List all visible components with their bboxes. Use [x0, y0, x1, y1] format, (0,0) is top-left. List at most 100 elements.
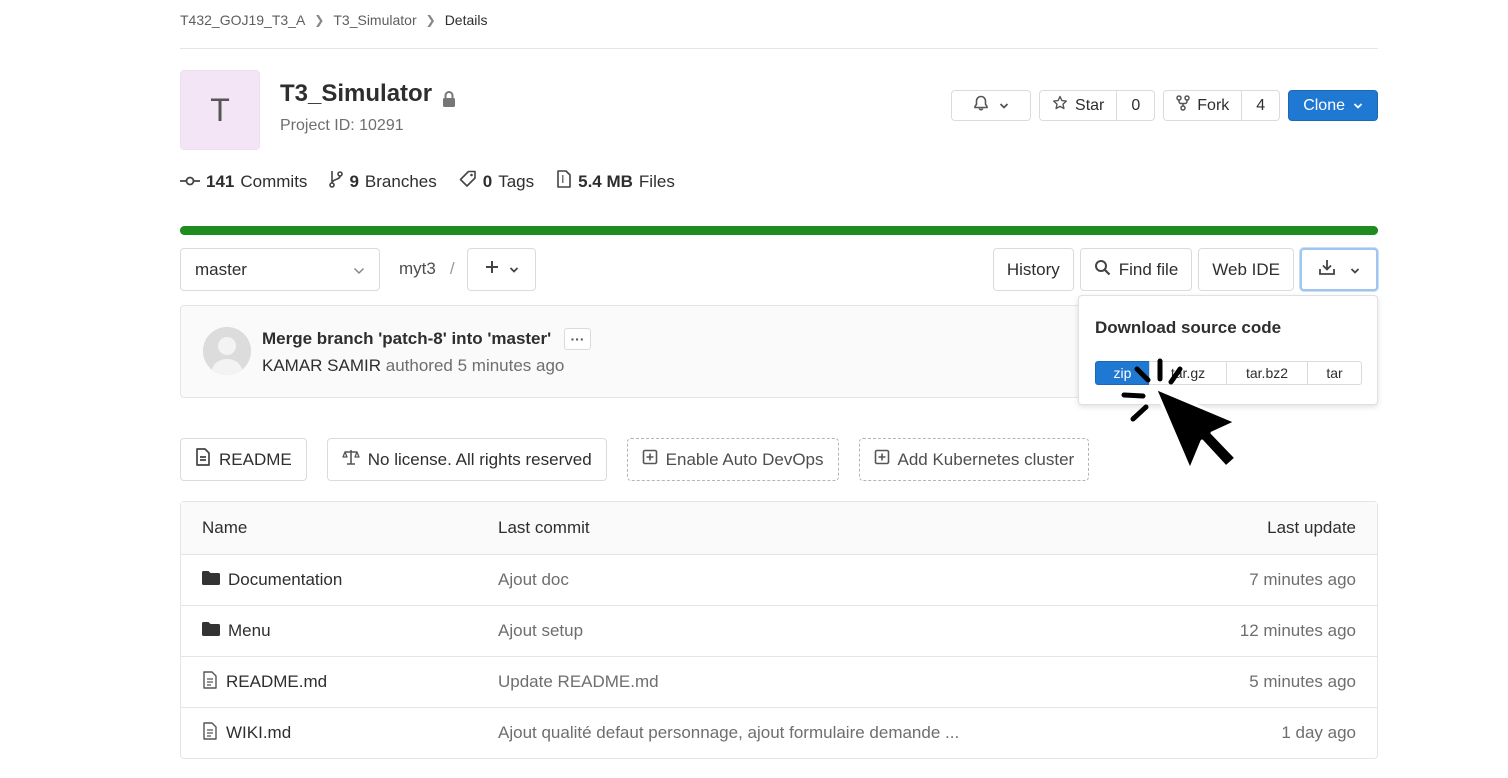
tree-actions: History Find file Web IDE [992, 248, 1378, 291]
table-row[interactable]: WIKI.md Ajout qualité defaut personnage,… [181, 707, 1377, 758]
pointer-cursor-icon [1118, 355, 1243, 480]
file-name-cell[interactable]: README.md [181, 670, 498, 694]
kubernetes-label: Add Kubernetes cluster [897, 449, 1075, 469]
license-label: No license. All rights reserved [367, 449, 592, 469]
commit-icon [180, 172, 200, 192]
fork-button[interactable]: Fork [1164, 91, 1241, 120]
file-name: Documentation [228, 570, 343, 589]
file-commit[interactable]: Ajout setup [498, 621, 1058, 641]
add-to-tree-button[interactable] [467, 248, 536, 291]
fork-icon [1176, 95, 1191, 116]
toggle-description-button[interactable]: ··· [564, 328, 591, 350]
chevron-right-icon: ❯ [314, 13, 325, 27]
files-stat[interactable]: 5.4 MB Files [556, 170, 675, 193]
files-label: Files [638, 171, 675, 191]
scale-icon [342, 448, 360, 471]
files-size: 5.4 MB [578, 171, 633, 191]
branches-count: 9 [349, 171, 359, 191]
search-icon [1094, 259, 1111, 281]
file-updated: 12 minutes ago [1239, 621, 1356, 640]
language-bar [180, 226, 1378, 235]
commits-stat[interactable]: 141 Commits [180, 172, 307, 192]
clone-label: Clone [1303, 96, 1345, 114]
file-name: WIKI.md [226, 723, 292, 742]
fork-label: Fork [1197, 96, 1230, 114]
file-icon [202, 721, 218, 745]
star-label: Star [1075, 96, 1105, 114]
folder-icon [202, 570, 220, 590]
web-ide-button[interactable]: Web IDE [1198, 248, 1294, 291]
breadcrumb-project[interactable]: T3_Simulator [333, 12, 416, 28]
download-dropdown-title: Download source code [1095, 318, 1282, 337]
file-commit[interactable]: Ajout qualité defaut personnage, ajout f… [498, 723, 1058, 743]
column-name: Name [202, 518, 248, 537]
tags-label: Tags [498, 171, 535, 191]
branches-label: Branches [364, 171, 437, 191]
bell-icon [973, 95, 989, 116]
web-ide-label: Web IDE [1212, 259, 1280, 279]
find-file-label: Find file [1118, 259, 1179, 279]
kubernetes-badge[interactable]: Add Kubernetes cluster [858, 438, 1090, 481]
project-avatar[interactable]: T [180, 70, 260, 150]
file-name: README.md [226, 672, 328, 691]
file-name-cell[interactable]: Menu [181, 621, 498, 641]
license-badge[interactable]: No license. All rights reserved [326, 438, 607, 481]
readme-badge[interactable]: README [180, 438, 307, 481]
author-avatar[interactable] [203, 327, 251, 375]
column-last-commit: Last commit [498, 518, 590, 537]
file-commit[interactable]: Ajout doc [498, 570, 1058, 590]
chevron-down-icon [353, 260, 365, 280]
chevron-down-icon [509, 261, 519, 279]
table-row[interactable]: README.md Update README.md 5 minutes ago [181, 656, 1377, 707]
commit-author[interactable]: KAMAR SAMIR [262, 356, 381, 375]
breadcrumb-current[interactable]: Details [445, 12, 488, 28]
project-actions: Star 0 Fork 4 Clone [951, 90, 1378, 121]
file-name-cell[interactable]: Documentation [181, 570, 498, 590]
column-last-update: Last update [1267, 518, 1356, 537]
breadcrumb-group[interactable]: T432_GOJ19_T3_A [180, 12, 305, 28]
download-dropdown-button[interactable] [1300, 248, 1378, 291]
file-name: Menu [228, 621, 271, 640]
project-badges: README No license. All rights reserved E… [180, 438, 1090, 481]
fork-count[interactable]: 4 [1241, 91, 1279, 120]
file-tree-table: Name Last commit Last update Documentati… [180, 501, 1378, 759]
file-name-cell[interactable]: WIKI.md [181, 721, 498, 745]
notification-dropdown[interactable] [951, 90, 1032, 121]
clone-button[interactable]: Clone [1288, 90, 1378, 121]
commits-count: 141 [206, 171, 235, 191]
file-archive-icon [556, 170, 572, 193]
chevron-right-icon: ❯ [425, 13, 436, 27]
find-file-button[interactable]: Find file [1079, 248, 1193, 291]
file-icon [202, 670, 218, 694]
plus-square-icon [874, 449, 890, 470]
path-separator: / [449, 259, 455, 278]
project-stats: 141 Commits 9 Branches 0 Tags 5.4 MB Fil… [180, 170, 675, 193]
repo-path-root[interactable]: myt3 [399, 259, 436, 278]
tags-stat[interactable]: 0 Tags [459, 170, 534, 193]
history-button[interactable]: History [992, 248, 1074, 291]
commit-message[interactable]: Merge branch 'patch-8' into 'master' [262, 329, 551, 349]
plus-icon [485, 260, 499, 279]
commit-authored: authored 5 minutes ago [385, 356, 565, 375]
folder-icon [202, 621, 220, 641]
star-count[interactable]: 0 [1116, 91, 1154, 120]
commit-meta: KAMAR SAMIR authored 5 minutes ago [262, 356, 564, 376]
history-label: History [1006, 259, 1060, 279]
branches-stat[interactable]: 9 Branches [329, 170, 437, 193]
star-icon [1052, 95, 1068, 116]
auto-devops-badge[interactable]: Enable Auto DevOps [626, 438, 839, 481]
star-button-group: Star 0 [1039, 90, 1156, 121]
branch-select[interactable]: master [180, 248, 380, 291]
file-updated: 5 minutes ago [1249, 672, 1356, 691]
plus-square-icon [642, 449, 658, 470]
chevron-down-icon [1350, 260, 1360, 280]
download-tar-button[interactable]: tar [1307, 361, 1362, 385]
fork-button-group: Fork 4 [1163, 90, 1281, 121]
file-updated: 1 day ago [1281, 723, 1356, 742]
download-icon [1318, 258, 1336, 281]
repo-path: myt3 / [399, 259, 455, 279]
table-row[interactable]: Documentation Ajout doc 7 minutes ago [181, 554, 1377, 605]
table-row[interactable]: Menu Ajout setup 12 minutes ago [181, 605, 1377, 656]
file-commit[interactable]: Update README.md [498, 672, 1058, 692]
star-button[interactable]: Star [1040, 91, 1116, 120]
